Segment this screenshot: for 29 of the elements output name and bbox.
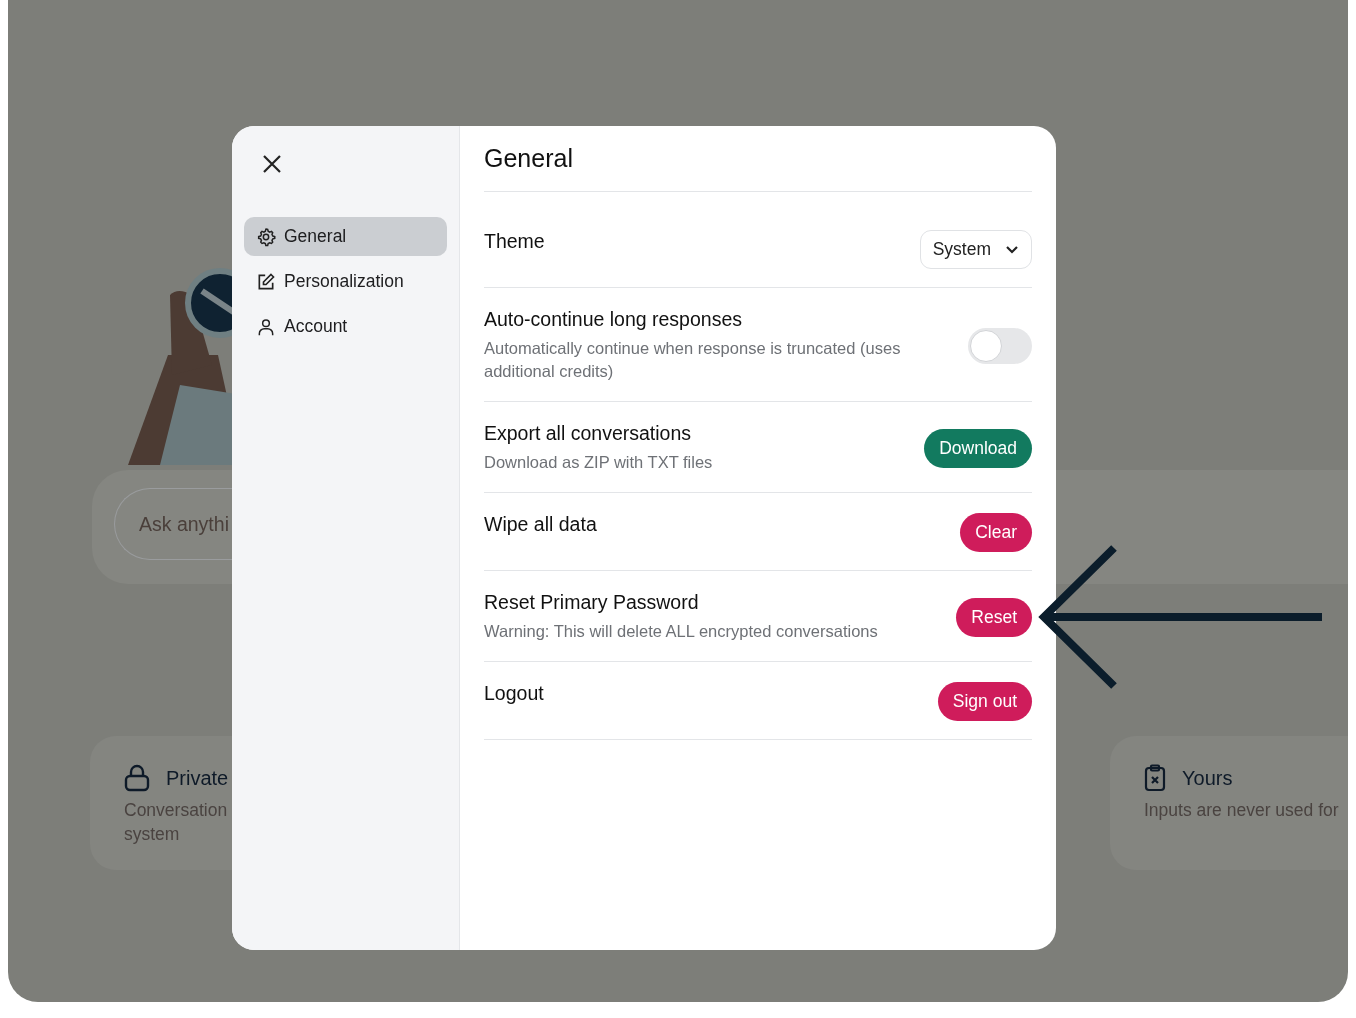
setting-label: Logout [484, 682, 544, 705]
clipboard-icon [1144, 764, 1166, 792]
setting-description: Automatically continue when response is truncated (uses additional credits) [484, 338, 902, 382]
theme-dropdown[interactable]: System [919, 230, 1032, 269]
setting-label: Export all conversations [484, 422, 693, 445]
toggle-switch[interactable] [968, 327, 1032, 364]
gear-icon [256, 226, 276, 247]
edit-icon [256, 271, 276, 292]
action-button[interactable]: Clear [960, 513, 1032, 552]
action-button[interactable]: Sign out [937, 682, 1032, 721]
card-title: Private [166, 766, 229, 790]
sidebar-item[interactable]: Account [244, 307, 447, 346]
setting-label: Auto-continue long responses [484, 308, 743, 331]
lock-icon [124, 764, 150, 792]
person-icon [256, 316, 276, 337]
setting-label: Wipe all data [484, 513, 597, 536]
card-text: Conversation system [124, 799, 229, 846]
setting-label: Theme [484, 230, 545, 253]
setting-description: Warning: This will delete ALL encrypted conversations [484, 621, 878, 642]
card-text: Inputs are never used for [1144, 799, 1340, 822]
settings-title: General [484, 144, 1032, 192]
setting-label: Reset Primary Password [484, 591, 700, 614]
sidebar-item[interactable]: Personalization [244, 262, 447, 301]
action-button[interactable]: Reset [956, 597, 1032, 637]
action-button[interactable]: Download [924, 428, 1032, 468]
sidebar-item[interactable]: General [244, 217, 447, 256]
setting-description: Download as ZIP with TXT files [484, 452, 713, 473]
card-title: Yours [1182, 766, 1233, 790]
chevron-down-icon [1005, 245, 1019, 254]
